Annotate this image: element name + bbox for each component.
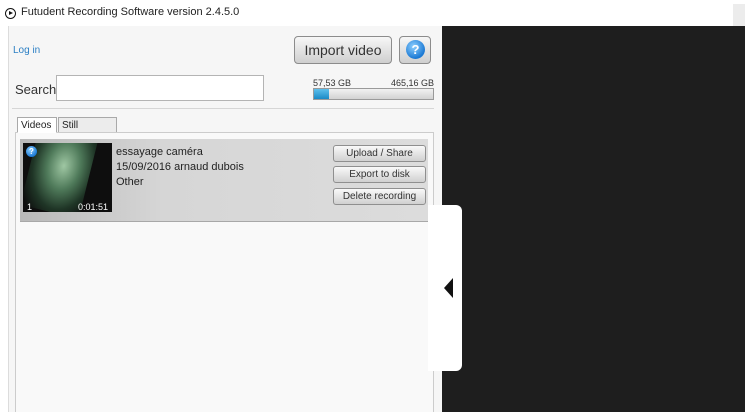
login-link[interactable]: Log in	[13, 45, 40, 56]
info-badge-icon: ?	[26, 146, 37, 157]
window-title: Futudent Recording Software version 2.4.…	[21, 6, 240, 18]
search-input[interactable]	[56, 75, 264, 101]
export-to-disk-button[interactable]: Export to disk	[333, 166, 426, 183]
question-mark-icon: ?	[406, 40, 425, 59]
video-category: Other	[116, 176, 144, 188]
delete-recording-button[interactable]: Delete recording	[333, 188, 426, 205]
video-index: 1	[27, 202, 33, 212]
arrow-left-icon	[444, 278, 453, 298]
tab-videos[interactable]: Videos	[17, 117, 57, 133]
divider	[12, 108, 434, 109]
video-preview-area	[442, 26, 745, 412]
video-duration: 0:01:51	[78, 202, 109, 212]
import-video-button[interactable]: Import video	[294, 36, 392, 64]
video-title: essayage caméra	[116, 146, 203, 158]
record-play-icon	[5, 8, 16, 19]
search-label: Search	[15, 82, 57, 97]
video-thumbnail[interactable]: ? 1 0:01:51	[23, 143, 112, 212]
collapse-panel-handle[interactable]	[428, 205, 462, 371]
video-date-author: 15/09/2016 arnaud dubois	[116, 161, 244, 173]
storage-total-label: 465,16 GB	[390, 78, 434, 88]
tab-still-images[interactable]: Still images	[58, 117, 117, 146]
help-button[interactable]: ?	[399, 36, 431, 64]
video-list-item[interactable]: ? 1 0:01:51 essayage caméra 15/09/2016 a…	[20, 139, 428, 222]
title-bar-control[interactable]	[733, 4, 745, 26]
storage-usage-fill	[314, 89, 329, 99]
title-bar: Futudent Recording Software version 2.4.…	[0, 0, 745, 26]
storage-usage-bar	[313, 88, 434, 100]
upload-share-button[interactable]: Upload / Share	[333, 145, 426, 162]
storage-used-label: 57,53 GB	[313, 78, 352, 88]
